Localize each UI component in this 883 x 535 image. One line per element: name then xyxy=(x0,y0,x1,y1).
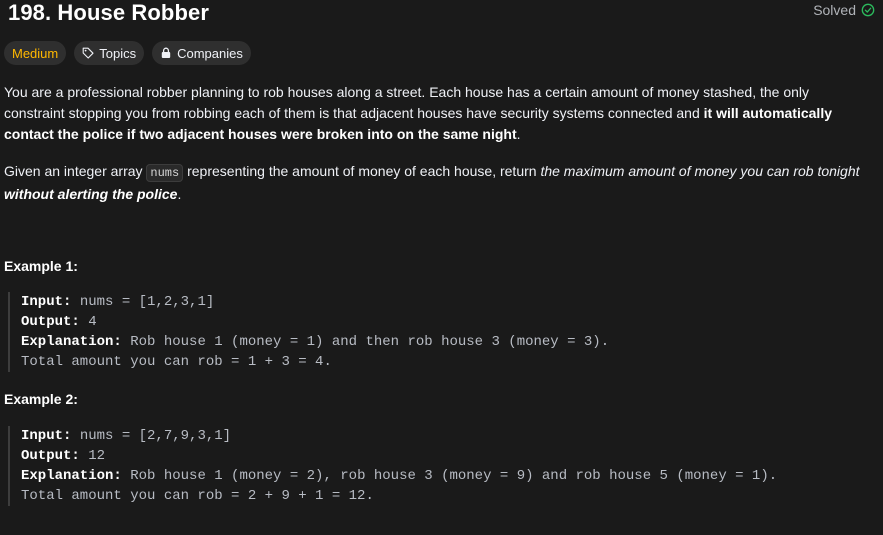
description-text: You are a professional robber planning t… xyxy=(4,84,810,121)
description-bold-italic: without alerting the police xyxy=(4,186,178,202)
explanation-text: Rob house 1 (money = 2), rob house 3 (mo… xyxy=(121,468,778,484)
explanation-text-line-2: Total amount you can rob = 2 + 9 + 1 = 1… xyxy=(21,488,374,504)
tag-row: Medium Topics Companies xyxy=(4,41,251,65)
example-2-heading: Example 2: xyxy=(4,391,78,407)
solved-status: Solved xyxy=(813,2,875,18)
output-label: Output: xyxy=(21,314,80,330)
input-label: Input: xyxy=(21,294,72,310)
solved-label: Solved xyxy=(813,2,856,18)
title-row: 198. House Robber Solved xyxy=(4,0,879,26)
explanation-label: Explanation: xyxy=(21,334,122,350)
check-circle-icon xyxy=(861,3,875,17)
example-1-heading: Example 1: xyxy=(4,258,78,274)
description-paragraph-2: Given an integer array nums representing… xyxy=(4,161,870,205)
output-value: 12 xyxy=(79,448,106,464)
input-value: nums = [1,2,3,1] xyxy=(71,294,215,310)
description-text: representing the amount of money of each… xyxy=(183,163,541,179)
topics-button[interactable]: Topics xyxy=(74,41,145,65)
input-value: nums = [2,7,9,3,1] xyxy=(71,428,232,444)
example-2-block: Input: nums = [2,7,9,3,1] Output: 12 Exp… xyxy=(8,426,777,506)
description-text: . xyxy=(177,186,182,202)
problem-page: 198. House Robber Solved Medium Topics C… xyxy=(0,0,883,535)
input-label: Input: xyxy=(21,428,72,444)
companies-button[interactable]: Companies xyxy=(152,41,251,65)
description-paragraph-1: You are a professional robber planning t… xyxy=(4,82,870,145)
explanation-text: Rob house 1 (money = 1) and then rob hou… xyxy=(121,334,610,350)
inline-code-nums: nums xyxy=(146,164,184,182)
output-label: Output: xyxy=(21,448,80,464)
output-value: 4 xyxy=(79,314,97,330)
description-italic: the maximum amount of money you can rob … xyxy=(540,163,860,179)
problem-title: 198. House Robber xyxy=(8,0,209,25)
tag-icon xyxy=(82,47,94,59)
difficulty-label: Medium xyxy=(12,45,59,61)
explanation-label: Explanation: xyxy=(21,468,122,484)
topics-label: Topics xyxy=(99,45,137,61)
description-text: . xyxy=(516,126,521,142)
explanation-text-line-2: Total amount you can rob = 1 + 3 = 4. xyxy=(21,354,332,370)
lock-icon xyxy=(161,47,171,58)
companies-label: Companies xyxy=(177,45,243,61)
description-text: Given an integer array xyxy=(4,163,147,179)
difficulty-badge[interactable]: Medium xyxy=(4,41,67,65)
example-1-block: Input: nums = [1,2,3,1] Output: 4 Explan… xyxy=(8,292,609,372)
